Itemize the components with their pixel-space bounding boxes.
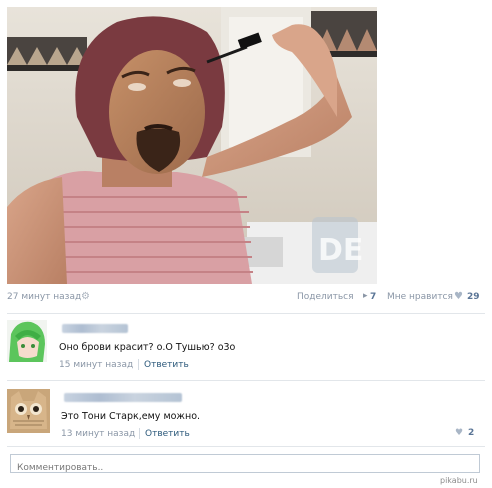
comment-input[interactable] (11, 459, 479, 477)
avatar[interactable] (7, 389, 50, 433)
post-meta: 27 минут назад ⚙ Поделиться ▸ 7 Мне нрав… (7, 291, 485, 306)
divider (7, 446, 485, 447)
heart-icon[interactable]: ♥ (455, 428, 463, 438)
site-watermark: pikabu.ru (440, 476, 478, 485)
like-count[interactable]: 29 (467, 292, 480, 302)
comment-text: Это Тони Старк,ему можно. (61, 411, 201, 422)
comment-time[interactable]: 13 минут назад (61, 429, 135, 439)
comment-field[interactable] (10, 454, 480, 477)
divider (7, 313, 485, 314)
comment-text: Оно брови красит? о.О Тушью? о3о (59, 342, 236, 353)
post-time[interactable]: 27 минут назад (7, 292, 81, 302)
image-watermark: DE (318, 233, 363, 268)
megaphone-icon[interactable]: ▸ (363, 291, 368, 301)
divider (7, 380, 485, 381)
author-name-blurred[interactable] (62, 324, 128, 333)
share-button[interactable]: Поделиться (297, 292, 354, 302)
like-button[interactable]: Мне нравится (387, 292, 453, 302)
post-image[interactable]: DE (7, 7, 377, 284)
separator (139, 428, 140, 439)
reply-button[interactable]: Ответить (144, 360, 189, 370)
reply-button[interactable]: Ответить (145, 429, 190, 439)
comment-item: Это Тони Старк,ему можно. 13 минут назад… (7, 389, 485, 449)
comment-like-count[interactable]: 2 (468, 428, 474, 438)
author-name-blurred[interactable] (64, 393, 182, 402)
comment-time[interactable]: 15 минут назад (59, 360, 133, 370)
heart-icon[interactable]: ♥ (454, 291, 463, 302)
comment-item: Оно брови красит? о.О Тушью? о3о 15 мину… (7, 320, 485, 380)
share-count[interactable]: 7 (370, 292, 376, 302)
avatar[interactable] (7, 320, 47, 362)
separator (138, 359, 139, 370)
gear-icon[interactable]: ⚙ (81, 291, 90, 302)
